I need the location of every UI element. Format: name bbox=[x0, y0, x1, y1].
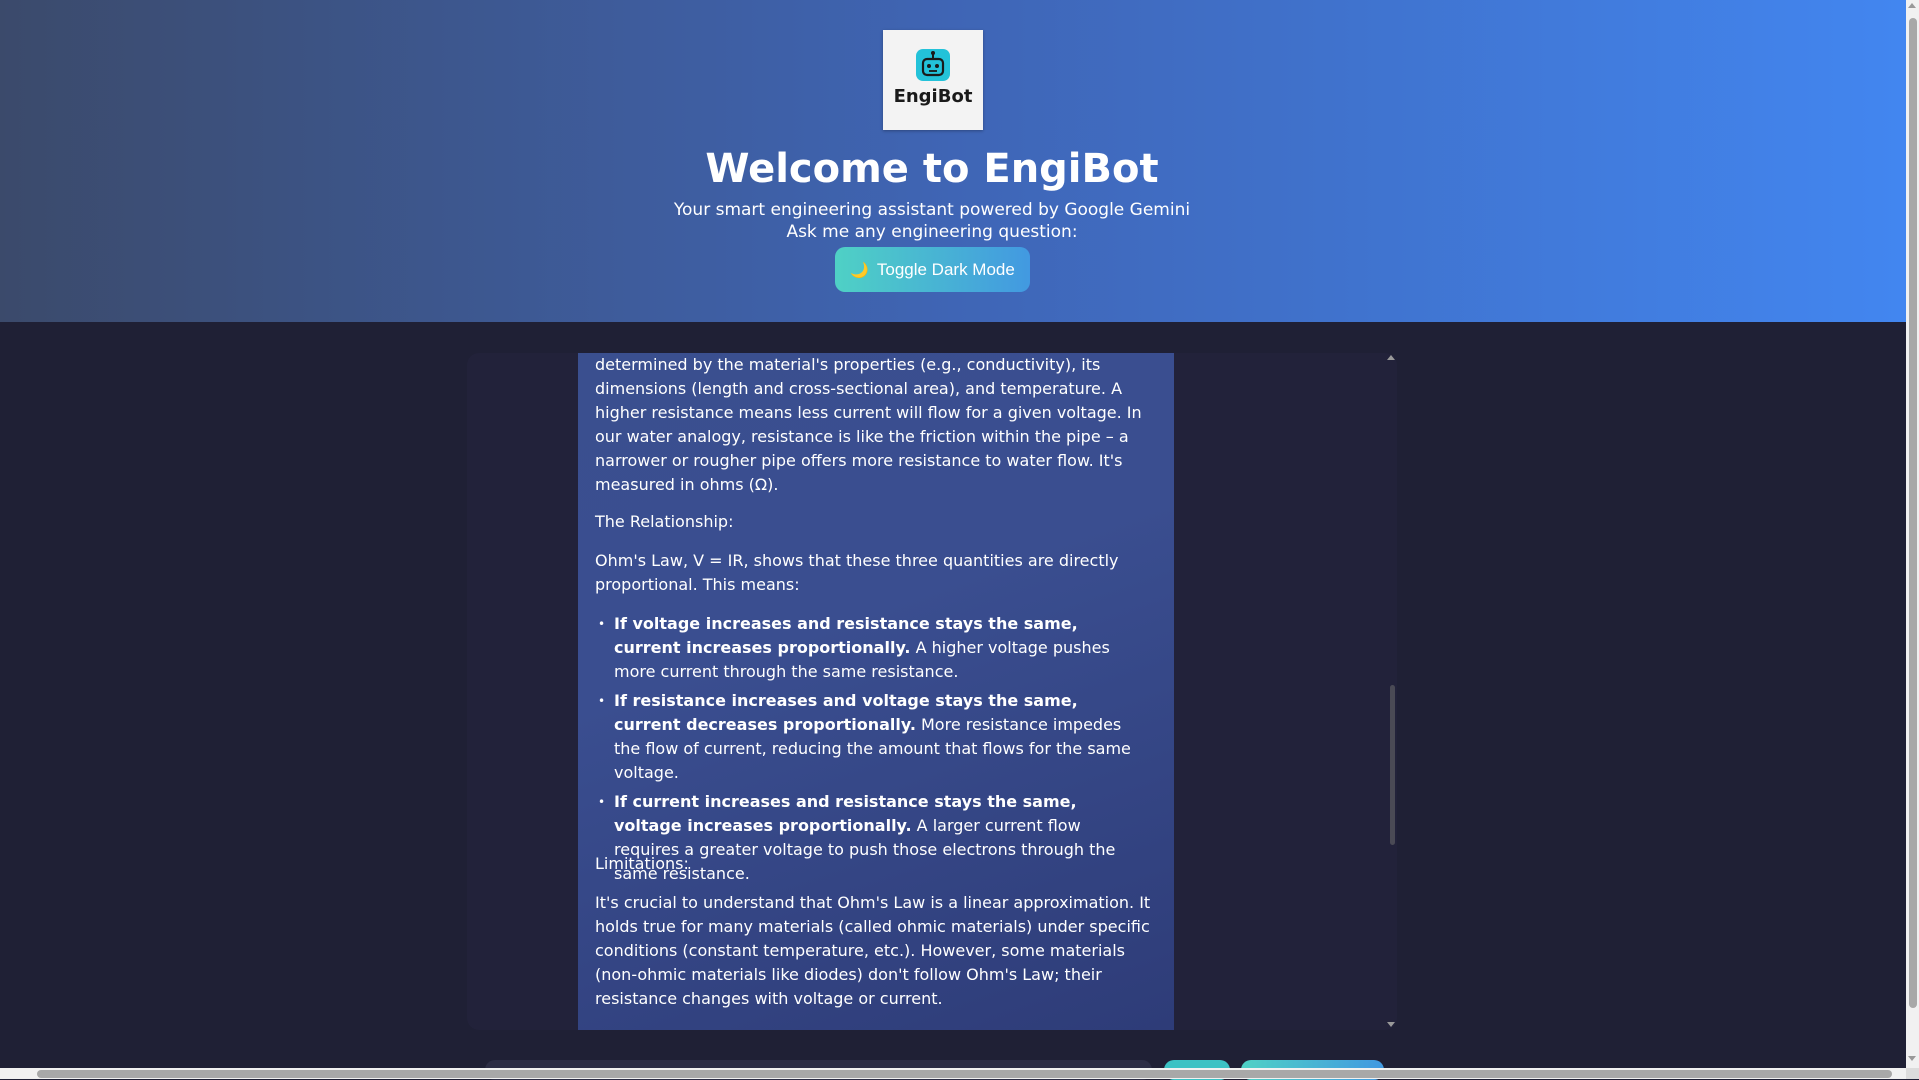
page-scroll-up-icon[interactable] bbox=[1908, 3, 1916, 8]
list-item: If resistance increases and voltage stay… bbox=[598, 689, 1142, 785]
bot-message: determined by the material's properties … bbox=[578, 353, 1174, 1030]
toggle-dark-mode-label: Toggle Dark Mode bbox=[876, 259, 1015, 279]
list-item: If voltage increases and resistance stay… bbox=[598, 612, 1142, 684]
message-bullet-list: If voltage increases and resistance stay… bbox=[598, 612, 1142, 891]
question-prompt: Ask me any engineering question: bbox=[786, 222, 1078, 242]
message-paragraph: Ohm's Law, V = IR, shows that these thre… bbox=[595, 551, 1119, 594]
message-heading-limitations: Limitations: bbox=[595, 854, 689, 873]
page-scroll-down-icon[interactable] bbox=[1908, 1056, 1916, 1061]
logo: EngiBot bbox=[883, 30, 983, 130]
scroll-down-arrow-icon[interactable] bbox=[1387, 1022, 1395, 1027]
message-paragraph: determined by the material's properties … bbox=[595, 355, 1142, 494]
message-paragraph: It's crucial to understand that Ohm's La… bbox=[595, 893, 1151, 1008]
toggle-dark-mode-button[interactable]: 🌙 Toggle Dark Mode bbox=[835, 247, 1030, 292]
chat-box[interactable]: determined by the material's properties … bbox=[467, 353, 1397, 1030]
moon-icon: 🌙 bbox=[850, 261, 869, 279]
chat-scrollbar-thumb[interactable] bbox=[1390, 685, 1395, 845]
robot-icon bbox=[916, 49, 950, 81]
page-horizontal-scrollbar-thumb[interactable] bbox=[37, 1070, 1892, 1078]
subtitle: Your smart engineering assistant powered… bbox=[673, 200, 1191, 220]
scrollbar-corner bbox=[1906, 1068, 1919, 1079]
page-vertical-scrollbar-thumb[interactable] bbox=[1909, 18, 1917, 1008]
header: EngiBot Welcome to EngiBot Your smart en… bbox=[0, 0, 1906, 322]
page-title: Welcome to EngiBot bbox=[705, 146, 1159, 192]
message-heading-relationship: The Relationship: bbox=[595, 512, 734, 531]
scroll-up-arrow-icon[interactable] bbox=[1387, 355, 1395, 360]
logo-text: EngiBot bbox=[893, 86, 973, 107]
